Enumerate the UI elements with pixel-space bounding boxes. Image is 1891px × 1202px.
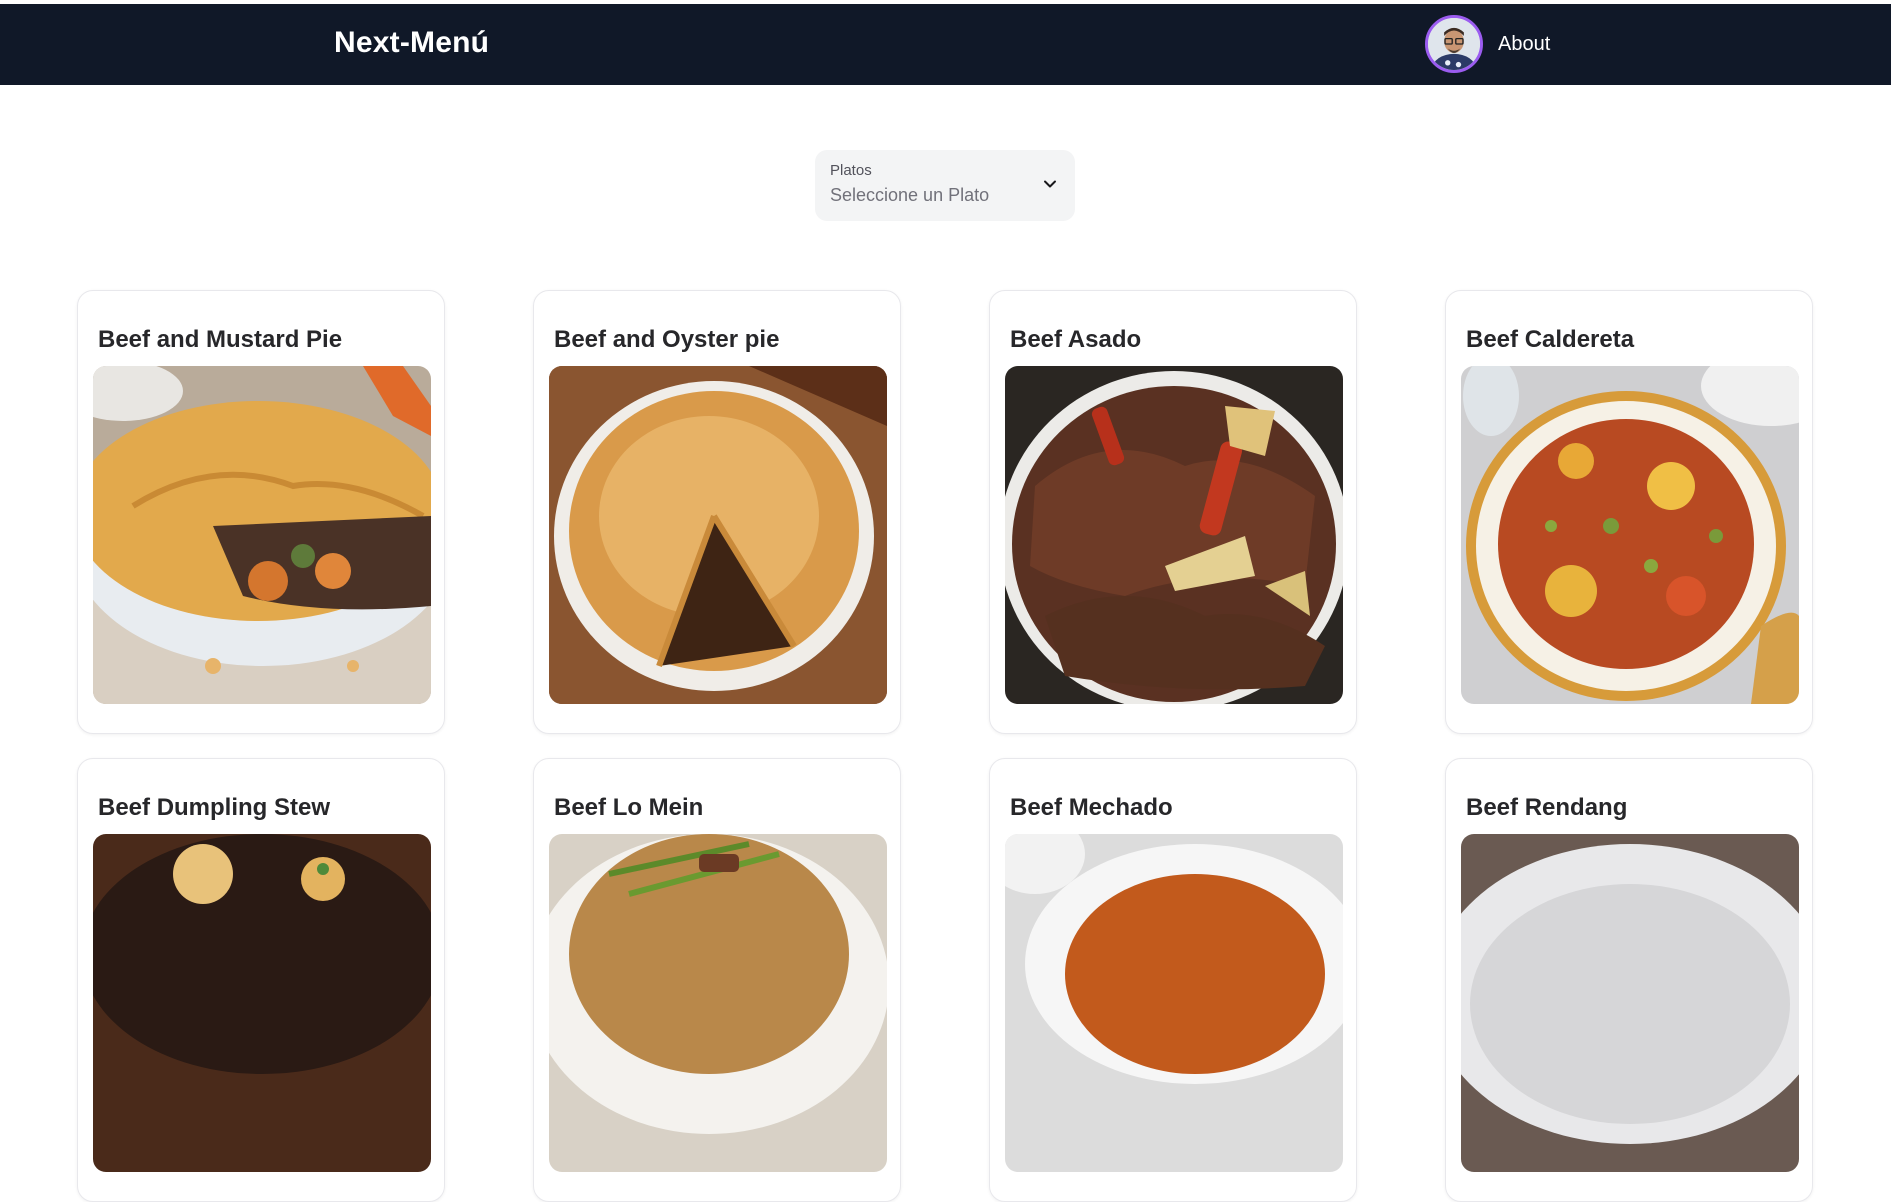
dish-title: Beef Lo Mein — [554, 794, 704, 821]
chevron-down-icon — [1044, 180, 1056, 188]
avatar-image — [1428, 18, 1480, 70]
dish-title: Beef Rendang — [1466, 794, 1628, 821]
dish-select[interactable]: Platos Seleccione un Plato — [815, 150, 1075, 221]
dish-image — [549, 366, 887, 704]
dish-card[interactable]: Beef Lo Mein — [533, 758, 901, 1202]
dish-image — [1461, 366, 1799, 704]
dish-title: Beef and Oyster pie — [554, 326, 780, 353]
dish-card[interactable]: Beef Mechado — [989, 758, 1357, 1202]
dish-title: Beef and Mustard Pie — [98, 326, 343, 353]
dish-image — [93, 366, 431, 704]
dish-select-label: Platos — [830, 162, 872, 179]
dish-title: Beef Dumpling Stew — [98, 794, 331, 821]
dish-title: Beef Caldereta — [1466, 326, 1635, 353]
dish-select-value: Seleccione un Plato — [830, 185, 990, 205]
dish-title: Beef Mechado — [1010, 794, 1173, 821]
brand-logo[interactable]: Next-Menú — [334, 26, 489, 60]
dish-card[interactable]: Beef Caldereta — [1445, 290, 1813, 734]
dish-image — [1005, 366, 1343, 704]
about-link[interactable]: About — [1498, 33, 1550, 56]
dish-card[interactable]: Beef and Mustard Pie — [77, 290, 445, 734]
dish-card[interactable]: Beef and Oyster pie — [533, 290, 901, 734]
dish-title: Beef Asado — [1010, 326, 1142, 353]
avatar[interactable] — [1425, 15, 1483, 73]
dish-card[interactable]: Beef Asado — [989, 290, 1357, 734]
dish-card[interactable]: Beef Dumpling Stew — [77, 758, 445, 1202]
dish-card[interactable]: Beef Rendang — [1445, 758, 1813, 1202]
navbar: Next-Menú About — [0, 4, 1891, 85]
